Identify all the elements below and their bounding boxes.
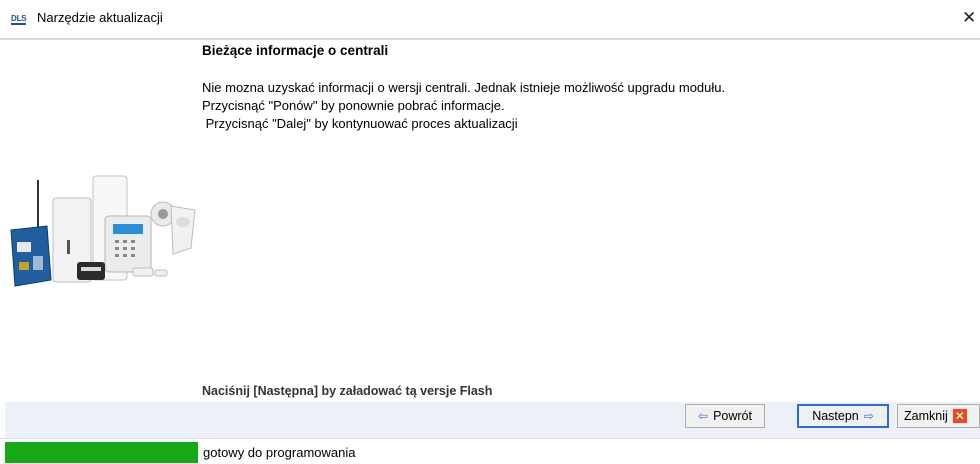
status-text: gotowy do programowania <box>203 445 356 460</box>
back-button-label: Powrót <box>713 409 752 423</box>
window-close-button[interactable]: ✕ <box>962 6 980 30</box>
title-bar: DLS Narzędzie aktualizacji ✕ <box>0 0 980 38</box>
security-devices-image <box>10 175 196 287</box>
arrow-right-icon: ⇨ <box>863 409 874 423</box>
back-button[interactable]: ⇦ Powrót <box>685 404 765 428</box>
close-button[interactable]: Zamknij ✕ <box>897 404 980 428</box>
progress-bar-fill <box>5 442 198 463</box>
close-x-icon: ✕ <box>952 409 967 423</box>
next-button[interactable]: Nastepn ⇨ <box>797 404 889 428</box>
dls-app-icon: DLS <box>11 14 27 25</box>
info-line-2: Przycisnąć "Ponów" by ponownie pobrać in… <box>202 98 505 113</box>
close-button-label: Zamknij <box>904 409 948 423</box>
next-step-hint: Naciśnij [Następna] by załadować tą vers… <box>202 384 493 398</box>
progress-bar <box>5 442 198 463</box>
arrow-left-icon: ⇦ <box>698 409 709 423</box>
window-title: Narzędzie aktualizacji <box>37 10 163 25</box>
info-line-3: Przycisnąć "Dalej" by kontynuować proces… <box>202 116 518 131</box>
info-line-1: Nie mozna uzyskać informacji o wersji ce… <box>202 80 726 95</box>
next-button-label: Nastepn <box>812 409 859 423</box>
page-heading: Bieżące informacje o centrali <box>202 43 389 58</box>
